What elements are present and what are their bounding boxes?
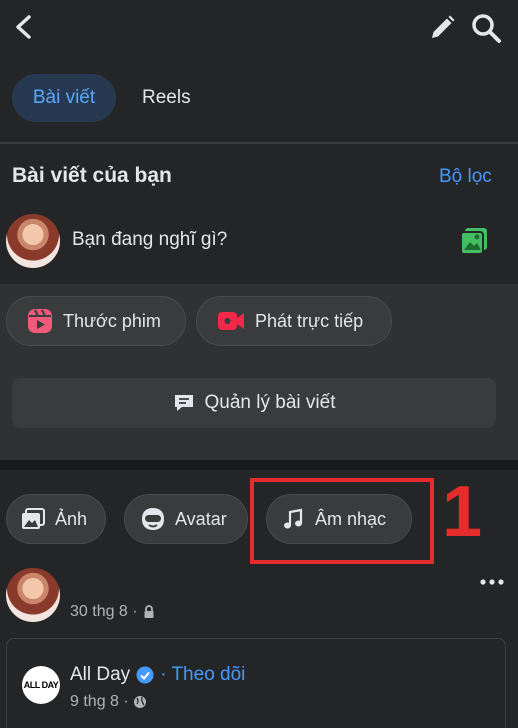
live-video-button[interactable]: Phát trực tiếp [196,296,392,346]
lock-icon [144,605,154,618]
page-logo[interactable]: ALL DAY [22,666,60,704]
page-logo-text: ALL DAY [23,680,59,690]
reels-button-label: Thước phim [63,310,161,331]
follow-link[interactable]: · Theo dõi [160,664,245,686]
avatar-chip-label: Avatar [175,508,227,529]
manage-posts-label: Quản lý bài viết [204,392,336,413]
live-video-button-label: Phát trực tiếp [255,310,364,331]
shared-page-header: All Day · Theo dõi [70,664,245,686]
manage-posts-icon [174,395,193,411]
avatar-face-icon [142,508,164,530]
more-options-icon[interactable] [478,574,506,590]
tab-posts-label: Bài viết [32,87,96,108]
photo-filter-chip[interactable]: Ảnh [6,494,106,544]
chevron-left-icon[interactable] [12,14,36,40]
step-number: 1 [442,472,483,552]
verified-badge-icon [136,666,154,684]
filter-link[interactable]: Bộ lọc [439,166,492,188]
photo-icon[interactable] [458,224,490,256]
photo-chip-label: Ảnh [55,508,88,529]
highlight-box [250,478,434,564]
avatar-filter-chip[interactable]: Avatar [124,494,248,544]
section-title: Bài viết của bạn [12,164,172,187]
reels-icon [28,309,52,333]
composer-prompt[interactable]: Bạn đang nghĩ gì? [72,229,227,251]
tab-posts[interactable]: Bài viết [12,74,116,122]
shared-post-time-text: 9 thg 8 · [70,693,129,710]
avatar[interactable] [6,214,60,268]
shared-post-timestamp: 9 thg 8 · [70,693,147,711]
manage-posts-button[interactable]: Quản lý bài viết [12,378,496,428]
search-icon[interactable] [470,12,502,44]
tab-reels[interactable]: Reels [142,74,191,122]
reels-button[interactable]: Thước phim [6,296,186,346]
section-divider [0,142,518,144]
photo-chip-icon [22,508,45,529]
tab-reels-label: Reels [142,87,191,108]
post-author-avatar[interactable] [6,568,60,622]
globe-icon [133,696,146,708]
shared-page-name[interactable]: All Day [70,664,130,686]
section-separator [0,460,518,470]
post-time-text: 30 thg 8 · [70,603,138,620]
post-timestamp: 30 thg 8 · [70,603,156,621]
live-video-icon [218,312,244,330]
pencil-icon[interactable] [428,14,456,42]
